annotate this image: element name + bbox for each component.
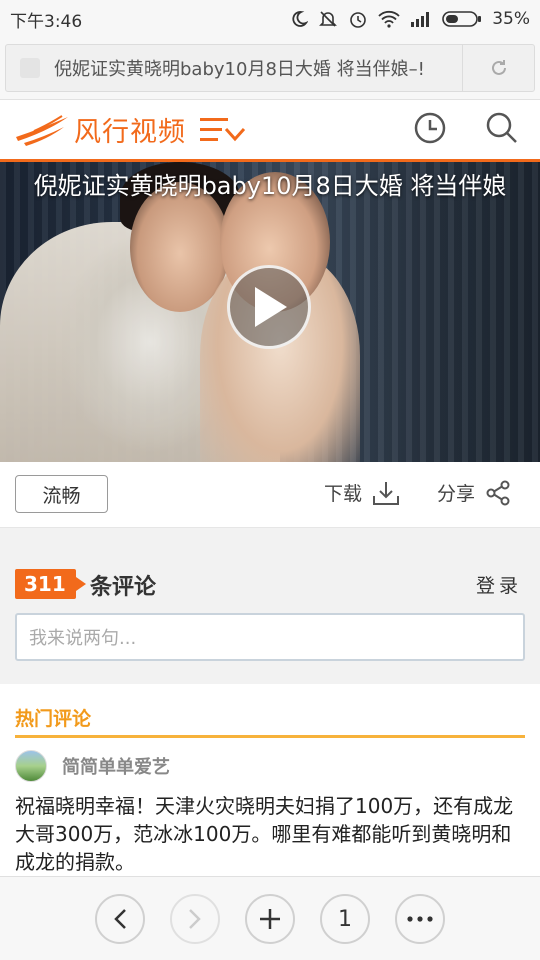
play-icon xyxy=(255,287,287,327)
comment-username[interactable]: 简简单单爱艺 xyxy=(62,753,170,779)
more-button[interactable] xyxy=(395,894,445,944)
section-spacer xyxy=(0,528,540,546)
signal-icon xyxy=(410,11,432,27)
chevron-left-icon xyxy=(114,909,126,929)
share-label: 分享 xyxy=(437,483,476,505)
site-logo[interactable]: 风行视频 xyxy=(14,110,186,149)
clock-icon xyxy=(414,112,446,143)
menu-chevron-icon xyxy=(200,117,246,141)
download-button[interactable]: 下载 xyxy=(324,479,400,506)
back-button[interactable] xyxy=(95,894,145,944)
video-player[interactable]: 倪妮证实黄晓明baby10月8日大婚 将当伴娘 xyxy=(0,162,540,462)
mute-bell-icon xyxy=(318,9,338,29)
download-label: 下载 xyxy=(324,483,363,505)
battery-icon xyxy=(442,10,482,28)
tabs-count: 1 xyxy=(338,906,352,932)
address-bar[interactable]: 倪妮证实黄晓明baby10月8日大婚 将当伴娘–! xyxy=(5,44,535,92)
reload-icon xyxy=(491,60,506,75)
comments-section: 311 条评论 登录 我来说两句... xyxy=(0,546,540,684)
history-button[interactable] xyxy=(414,112,446,148)
comment-input-placeholder: 我来说两句... xyxy=(29,628,137,649)
avatar[interactable] xyxy=(15,750,47,782)
browser-toolbar: 倪妮证实黄晓明baby10月8日大婚 将当伴娘–! xyxy=(0,38,540,100)
quality-button[interactable]: 流畅 xyxy=(15,475,108,513)
status-bar: 下午3:46 35% xyxy=(0,0,540,38)
more-dots-icon xyxy=(407,916,433,922)
share-icon xyxy=(486,480,510,505)
video-title: 倪妮证实黄晓明baby10月8日大婚 将当伴娘 xyxy=(33,172,507,200)
download-icon xyxy=(373,481,400,505)
logo-swoosh-icon xyxy=(16,114,68,146)
tabs-button[interactable]: 1 xyxy=(320,894,370,944)
comment-text: 祝福晓明幸福！天津火灾晓明夫妇捐了100万，还有成龙大哥300万，范冰冰100万… xyxy=(15,794,514,874)
status-icons: 35% xyxy=(290,9,530,29)
comment-count-label: 条评论 xyxy=(90,575,157,600)
video-controls: 流畅 下载 分享 xyxy=(0,462,540,528)
site-header: 风行视频 xyxy=(0,100,540,162)
chevron-right-icon xyxy=(189,909,201,929)
reload-button[interactable] xyxy=(463,45,534,91)
browser-bottom-nav: 1 xyxy=(0,876,540,960)
plus-icon xyxy=(260,909,280,929)
address-text[interactable]: 倪妮证实黄晓明baby10月8日大婚 将当伴娘–! xyxy=(54,55,454,81)
login-link[interactable]: 登录 xyxy=(476,571,522,598)
battery-percent: 35% xyxy=(492,9,530,29)
comment-count-badge: 311 xyxy=(15,569,86,599)
moon-icon xyxy=(290,10,309,28)
comment-input[interactable]: 我来说两句... xyxy=(15,613,525,661)
wifi-icon xyxy=(378,10,400,28)
logo-text: 风行视频 xyxy=(74,117,186,148)
status-time: 下午3:46 xyxy=(10,11,83,32)
play-button[interactable] xyxy=(227,265,311,349)
search-button[interactable] xyxy=(486,112,518,148)
header-actions xyxy=(414,112,518,148)
category-menu-button[interactable] xyxy=(200,115,246,145)
alarm-icon xyxy=(348,9,368,29)
search-icon xyxy=(486,112,517,143)
favicon-icon xyxy=(20,58,40,78)
hot-comments: 热门评论 简简单单爱艺 祝福晓明幸福！天津火灾晓明夫妇捐了100万，还有成龙大哥… xyxy=(0,684,540,876)
hot-comments-title: 热门评论 xyxy=(15,708,92,730)
forward-button[interactable] xyxy=(170,894,220,944)
hot-comments-divider xyxy=(15,735,525,738)
new-tab-button[interactable] xyxy=(245,894,295,944)
share-button[interactable]: 分享 xyxy=(437,479,511,506)
